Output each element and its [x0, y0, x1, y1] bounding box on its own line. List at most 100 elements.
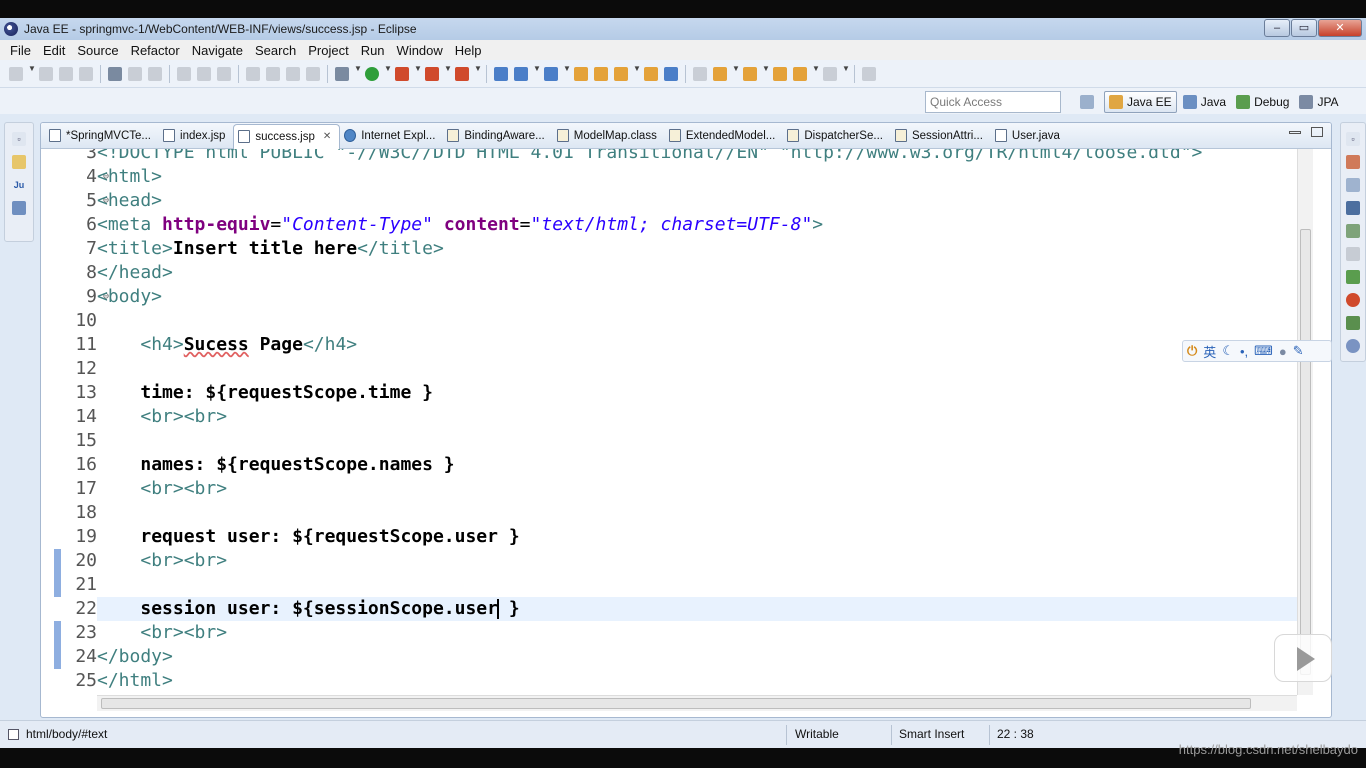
code-line[interactable]: <h4>Sucess Page</h4> [97, 333, 1297, 357]
chevron-down-icon[interactable]: ▼ [563, 64, 571, 84]
chevron-down-icon[interactable]: ▼ [444, 64, 452, 84]
menu-edit[interactable]: Edit [37, 43, 71, 58]
next-annotation-icon[interactable] [693, 66, 707, 81]
markers-icon[interactable] [1346, 155, 1360, 169]
code-line[interactable] [97, 501, 1297, 525]
chevron-down-icon[interactable]: ▼ [732, 64, 740, 84]
outline-icon[interactable] [12, 201, 26, 215]
chevron-down-icon[interactable]: ▼ [384, 64, 392, 84]
status-insert-mode[interactable]: Smart Insert [899, 727, 964, 741]
user-icon[interactable]: ● [1279, 344, 1287, 359]
maximize-editor-icon[interactable] [1311, 127, 1323, 137]
open-task-icon[interactable] [128, 66, 142, 81]
junit-icon[interactable]: Ju [12, 178, 26, 192]
code-line[interactable]: <head> [97, 189, 1297, 213]
chevron-down-icon[interactable]: ▼ [842, 64, 850, 84]
perspective-jpa[interactable]: JPA [1295, 91, 1342, 113]
search-results-icon[interactable] [1346, 339, 1360, 353]
open-perspective-button[interactable] [1076, 91, 1102, 113]
close-button[interactable]: ✕ [1318, 19, 1362, 37]
search-icon[interactable] [614, 66, 628, 81]
forward-icon[interactable] [823, 66, 837, 81]
perspective-debug[interactable]: Debug [1232, 91, 1293, 113]
toggle-breakpoint-icon[interactable] [108, 66, 122, 81]
progress-icon[interactable] [1346, 316, 1360, 330]
run-icon[interactable] [365, 66, 379, 81]
editor-tab[interactable]: Internet Expl... [340, 124, 443, 148]
menu-help[interactable]: Help [449, 43, 488, 58]
properties-icon[interactable] [1346, 178, 1360, 192]
video-play-button[interactable] [1274, 634, 1332, 682]
editor-tab[interactable]: index.jsp [159, 124, 233, 148]
open-folder-icon[interactable] [644, 66, 658, 81]
code-line[interactable]: <title>Insert title here</title> [97, 237, 1297, 261]
editor-tab[interactable]: *SpringMVCTe... [45, 124, 159, 148]
vertical-scrollbar[interactable] [1297, 149, 1313, 695]
menu-project[interactable]: Project [302, 43, 354, 58]
new-class-icon[interactable] [544, 66, 558, 81]
vertical-scroll-thumb[interactable] [1300, 229, 1311, 675]
menu-window[interactable]: Window [391, 43, 449, 58]
chevron-down-icon[interactable]: ▼ [474, 64, 482, 84]
minimize-editor-icon[interactable] [1289, 131, 1301, 134]
keyboard-icon[interactable]: ⌨ [1254, 343, 1273, 359]
editor-tab[interactable]: BindingAware... [443, 124, 552, 148]
terminate-icon[interactable] [286, 66, 300, 81]
debug-icon[interactable] [395, 66, 409, 81]
chevron-down-icon[interactable]: ▼ [414, 64, 422, 84]
open-resource-icon[interactable] [594, 66, 608, 81]
ime-logo-icon[interactable]: ⏻ [1187, 343, 1197, 359]
perspective-java-ee[interactable]: Java EE [1104, 91, 1177, 113]
chevron-down-icon[interactable]: ▼ [533, 64, 541, 84]
editor-tab[interactable]: ExtendedModel... [665, 124, 784, 148]
chevron-down-icon[interactable]: ▼ [633, 64, 641, 84]
redo-icon[interactable] [197, 66, 211, 81]
chevron-down-icon[interactable]: ▼ [762, 64, 770, 84]
code-line[interactable]: request user: ${requestScope.user } [97, 525, 1297, 549]
chevron-down-icon[interactable]: ▼ [28, 64, 36, 84]
code-line[interactable]: <br><br> [97, 621, 1297, 645]
perspective-java[interactable]: Java [1179, 91, 1230, 113]
code-line[interactable]: </html> [97, 669, 1297, 693]
menu-navigate[interactable]: Navigate [186, 43, 249, 58]
code-line[interactable]: names: ${requestScope.names } [97, 453, 1297, 477]
code-line-current[interactable]: session user: ${sessionScope.user } [97, 597, 1297, 621]
punctuation-icon[interactable]: •, [1240, 344, 1248, 359]
code-line[interactable]: <html> [97, 165, 1297, 189]
code-lines[interactable]: <!DOCTYPE html PUBLIC "-//W3C//DTD HTML … [97, 149, 1297, 693]
restore-icon[interactable]: ▫ [1346, 132, 1360, 146]
maximize-button[interactable]: ▭ [1291, 19, 1317, 37]
chevron-down-icon[interactable]: ▼ [354, 64, 362, 84]
code-line[interactable]: <br><br> [97, 549, 1297, 573]
editor-tab[interactable]: User.java [991, 124, 1068, 148]
menu-source[interactable]: Source [71, 43, 124, 58]
code-line[interactable]: <!DOCTYPE html PUBLIC "-//W3C//DTD HTML … [97, 149, 1297, 165]
new-server-icon[interactable] [494, 66, 508, 81]
disconnect-icon[interactable] [306, 66, 320, 81]
code-line[interactable] [97, 309, 1297, 333]
ime-language-toggle[interactable]: 英 [1203, 342, 1216, 361]
code-editor[interactable]: 3 4 ⊖ 5 ⊖ 6 7 8 9 ⊖ 10 11 12 13 14 15 16 17 18 19 20 21 22 23 24… [41, 149, 1331, 711]
snippets-icon[interactable] [1346, 247, 1360, 261]
close-icon[interactable]: ✕ [323, 131, 331, 142]
quick-access-input[interactable]: Quick Access [925, 91, 1061, 113]
open-type-icon[interactable] [574, 66, 588, 81]
code-line[interactable]: time: ${requestScope.time } [97, 381, 1297, 405]
code-line[interactable]: </body> [97, 645, 1297, 669]
code-line[interactable] [97, 429, 1297, 453]
menu-search[interactable]: Search [249, 43, 302, 58]
code-line[interactable] [97, 573, 1297, 597]
suspend-icon[interactable] [266, 66, 280, 81]
horizontal-scrollbar[interactable] [97, 695, 1297, 711]
new-icon[interactable] [9, 66, 23, 81]
last-edit-icon[interactable] [743, 66, 757, 81]
code-line[interactable]: <br><br> [97, 405, 1297, 429]
horizontal-scroll-thumb[interactable] [101, 698, 1251, 709]
chevron-down-icon[interactable]: ▼ [812, 64, 820, 84]
new-package-icon[interactable] [514, 66, 528, 81]
wrench-icon[interactable]: ✎ [1293, 343, 1304, 359]
format-icon[interactable] [148, 66, 162, 81]
project-explorer-icon[interactable] [12, 155, 26, 169]
undo-icon[interactable] [177, 66, 191, 81]
previous-annotation-icon[interactable] [713, 66, 727, 81]
